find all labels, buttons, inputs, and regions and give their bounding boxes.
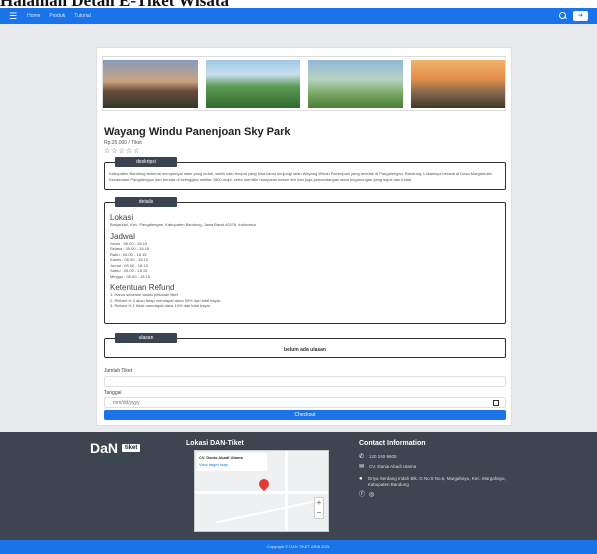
contact-address: ● Griya Serdang Indah Blk. G No.5 No.6, … (359, 476, 506, 487)
gallery-image[interactable] (205, 59, 300, 108)
details-tag: details (115, 197, 177, 207)
refund-heading: Ketentuan Refund (110, 283, 175, 292)
location-map[interactable]: CV. Dania Abadi Utama View larger map + − (194, 450, 329, 532)
gallery-image[interactable] (103, 59, 198, 108)
map-link[interactable]: View larger map (199, 462, 265, 467)
page-body: Wayang Windu Panenjoan Sky Park Rp.25.00… (0, 24, 597, 432)
deskripsi-text: Kabupaten Bandung terkenal mempunyai ala… (109, 171, 493, 182)
footer: DaN tiket Lokasi DAN-Tiket CV. Dania Aba… (0, 432, 597, 540)
social-links: ⓕ ◎ (359, 492, 375, 498)
jadwal-heading: Jadwal (110, 231, 135, 241)
jumlah-label: Jumlah Tiket (104, 368, 133, 374)
map-zoom-control[interactable]: + − (314, 497, 324, 519)
calendar-icon[interactable] (493, 400, 499, 406)
email-icon: ✉ (359, 464, 365, 470)
tanggal-placeholder: mm/dd/yyyy (113, 400, 140, 406)
jumlah-input[interactable] (104, 376, 506, 387)
details-section: details Lokasi Banjarsari, Kec. Pangalen… (104, 197, 506, 324)
footer-logo: DaN tiket (90, 440, 141, 456)
contact-email: ✉ CV. Dania Abadi Utama (359, 464, 417, 470)
menu-icon[interactable]: ☰ (9, 11, 17, 22)
lokasi-text: Banjarsari, Kec. Pangalengan, Kabupaten … (110, 222, 256, 227)
deskripsi-tag: deskripsi (115, 157, 177, 167)
nav-link-produk[interactable]: Produk (49, 13, 65, 19)
tanggal-input[interactable]: mm/dd/yyyy (104, 397, 506, 408)
map-title: CV. Dania Abadi Utama (199, 455, 243, 460)
jadwal-row: Minggu : 05.00 - 18.15 (110, 273, 151, 279)
image-gallery (102, 56, 506, 111)
top-navbar: ☰ Home Produk Tutorial ➜ (0, 8, 597, 24)
product-price: Rp.25.000 / Tiket (104, 140, 142, 146)
lokasi-footer-heading: Lokasi DAN-Tiket (186, 440, 244, 447)
gallery-image[interactable] (410, 59, 505, 108)
tanggal-label: Tanggal (104, 390, 122, 396)
phone-icon: ✆ (359, 454, 365, 460)
rating-stars[interactable]: ☆☆☆☆☆ (104, 147, 140, 155)
location-icon: ● (359, 476, 363, 482)
logo-text: DaN (90, 440, 119, 456)
map-info-box: CV. Dania Abadi Utama View larger map (197, 453, 267, 471)
gallery-image[interactable] (308, 59, 403, 108)
login-button[interactable]: ➜ (573, 11, 588, 21)
product-card: Wayang Windu Panenjoan Sky Park Rp.25.00… (96, 47, 512, 426)
product-title: Wayang Windu Panenjoan Sky Park (104, 126, 291, 138)
facebook-icon[interactable]: ⓕ (359, 492, 365, 498)
contact-heading: Contact Information (359, 440, 426, 447)
refund-row: 3. Refund H-1 tidak mendapat dana 10% da… (110, 303, 211, 308)
lokasi-heading: Lokasi (110, 213, 134, 222)
nav-link-tutorial[interactable]: Tutorial (74, 13, 91, 19)
contact-phone: ✆ 120 240 9600 (359, 454, 397, 460)
search-icon[interactable] (559, 12, 567, 20)
login-icon: ➜ (577, 13, 584, 19)
copyright-bar: Copyright © DAN TIKET ARIA 2021 (0, 540, 597, 554)
instagram-icon[interactable]: ◎ (369, 492, 375, 498)
map-pin-icon[interactable] (256, 476, 272, 492)
ulasan-section: ulasan belum ada ulasan (104, 333, 506, 358)
deskripsi-section: deskripsi Kabupaten Bandung terkenal mem… (104, 157, 506, 190)
ulasan-tag: ulasan (115, 333, 177, 343)
nav-link-home[interactable]: Home (27, 13, 40, 19)
logo-badge: tiket (122, 444, 141, 452)
checkout-button[interactable]: Checkout (104, 410, 506, 420)
no-review-text: belum ada ulasan (284, 347, 326, 353)
